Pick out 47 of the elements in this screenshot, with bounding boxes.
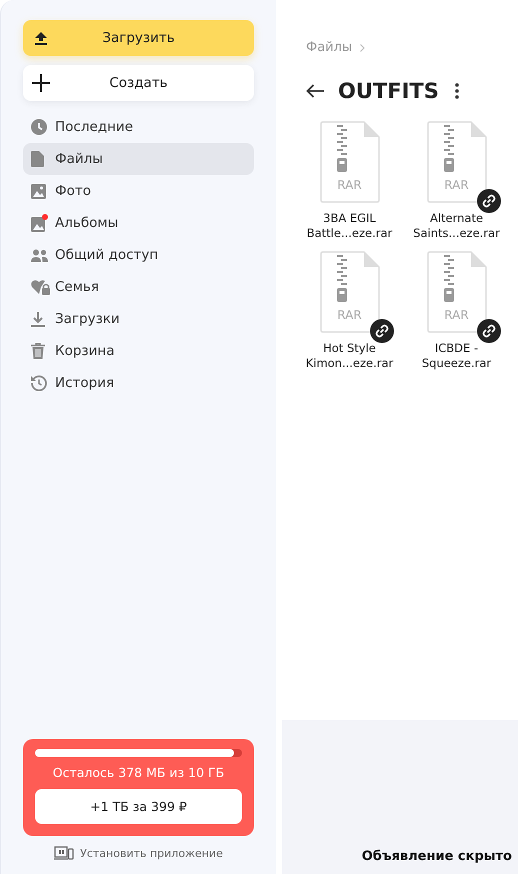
archive-file-icon xyxy=(320,121,380,203)
sidebar-item[interactable]: Семья xyxy=(23,271,254,303)
trash-icon xyxy=(31,343,45,359)
file-name: ICBDE - Squeeze.rar xyxy=(422,341,492,371)
archive-file-icon xyxy=(426,251,486,333)
sidebar-item[interactable]: Файлы xyxy=(23,143,254,175)
back-arrow-icon[interactable] xyxy=(306,84,324,98)
sidebar-item[interactable]: Фото xyxy=(23,175,254,207)
archive-file-icon xyxy=(320,251,380,333)
file-name: Hot Style Kimon...eze.rar xyxy=(306,341,394,371)
more-icon[interactable] xyxy=(454,83,459,99)
devices-icon xyxy=(54,846,74,860)
file-type-label: RAR xyxy=(336,178,363,192)
folder-title: OUTFITS xyxy=(338,79,439,103)
ad-hidden-text: Объявление скрыто xyxy=(362,849,512,864)
file-name: 3BA EGIL Battle...eze.rar xyxy=(306,211,392,241)
file-type-label: RAR xyxy=(336,308,363,322)
file-type-label: RAR xyxy=(443,178,470,192)
file-icon xyxy=(31,151,44,167)
people-icon xyxy=(31,248,48,262)
sidebar-item[interactable]: Последние xyxy=(23,111,254,143)
upload-icon xyxy=(34,31,48,45)
plus-icon xyxy=(32,74,50,92)
install-app-link[interactable]: Установить приложение xyxy=(23,846,254,860)
file-item[interactable]: RAR ICBDE - Squeeze.rar xyxy=(403,251,510,371)
download-icon xyxy=(31,312,45,326)
archive-file-icon xyxy=(426,121,486,203)
file-item[interactable]: RAR Hot Style Kimon...eze.rar xyxy=(296,251,403,371)
sidebar-item[interactable]: Корзина xyxy=(23,335,254,367)
buy-storage-button[interactable]: +1 ТБ за 399 ₽ xyxy=(35,789,242,824)
sidebar-item[interactable]: Общий доступ xyxy=(23,239,254,271)
file-type-label: RAR xyxy=(443,308,470,322)
sidebar-item[interactable]: Загрузки xyxy=(23,303,254,335)
album-icon xyxy=(31,214,48,232)
image-icon xyxy=(31,184,46,198)
clock-icon xyxy=(31,119,47,135)
file-item[interactable]: RAR 3BA EGIL Battle...eze.rar xyxy=(296,121,403,241)
upload-button[interactable]: Загрузить xyxy=(23,20,254,56)
sidebar-item[interactable]: Альбомы xyxy=(23,207,254,239)
history-icon xyxy=(31,375,47,391)
heart-lock-icon xyxy=(31,279,51,295)
file-item[interactable]: RAR Alternate Saints...eze.rar xyxy=(403,121,510,241)
storage-text: Осталось 378 МБ из 10 ГБ xyxy=(52,765,224,780)
file-name: Alternate Saints...eze.rar xyxy=(413,211,500,241)
sidebar-item[interactable]: История xyxy=(23,367,254,399)
create-button[interactable]: Создать xyxy=(23,65,254,101)
chevron-icon xyxy=(360,44,366,52)
